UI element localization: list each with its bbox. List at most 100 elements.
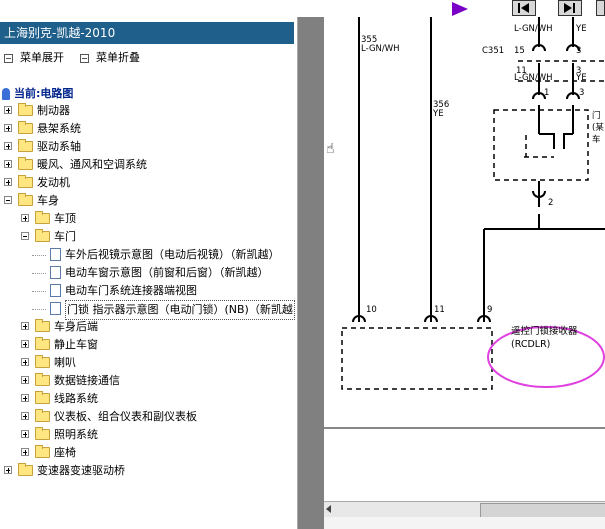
folder-icon [35,427,50,440]
receiver-code: (RCDLR) [511,339,550,350]
tree-item-label[interactable]: 电动车窗示意图（前窗和后窗）（新凯越） [65,264,269,282]
folder-icon [35,337,50,350]
horizontal-scrollbar[interactable] [324,501,605,518]
tree-item-label[interactable]: 静止车窗 [54,336,98,354]
menu-expand-label: 菜单展开 [20,51,64,64]
tree-item[interactable]: 制动器 [0,102,294,120]
play-icon[interactable] [452,2,468,16]
folder-icon [18,193,33,206]
tree-connector [32,255,46,256]
connector-pin-3c: 3 [579,88,584,98]
menu-expand-link[interactable]: 菜单展开 [4,49,64,65]
tree-item-label[interactable]: 车门 [54,228,76,246]
expand-plus-icon[interactable] [4,106,12,114]
connector-pin-15: 15 [514,46,525,56]
wire-355-color: L-GN/WH [361,44,400,54]
first-page-icon [518,3,529,13]
expand-plus-icon[interactable] [4,178,12,186]
expand-plus-icon[interactable] [21,430,29,438]
top-toolbar [0,0,605,17]
collapse-minus-icon[interactable] [4,196,12,204]
tree-item-label[interactable]: 车外后视镜示意图（电动后视镜）（新凯越） [65,246,280,264]
tree-item-label[interactable]: 电动车门系统连接器端视图 [65,282,197,300]
top-right-yel: YE [575,24,587,34]
folder-icon [35,445,50,458]
tree-connector [32,291,46,292]
folder-icon [35,211,50,224]
tree-item-label[interactable]: 车身 [37,192,59,210]
tree-item[interactable]: 悬架系统 [0,120,294,138]
tree-item[interactable]: 座椅 [0,444,294,462]
tree-item[interactable]: 喇叭 [0,354,294,372]
wiring-diagram-canvas[interactable]: 355 L-GN/WH 356 YE L-GN/WH YE 15 3 C351 … [324,17,605,427]
tree-item[interactable]: 车顶 [0,210,294,228]
document-icon [50,248,61,261]
wiring-diagram: 355 L-GN/WH 356 YE L-GN/WH YE 15 3 C351 … [341,17,605,390]
tree-item[interactable]: 仪表板、组合仪表和副仪表板 [0,408,294,426]
expand-plus-icon[interactable] [4,160,12,168]
tree-item[interactable]: 车外后视镜示意图（电动后视镜）（新凯越） [0,246,294,264]
tree-item[interactable]: 发动机 [0,174,294,192]
tree-item[interactable]: 驱动系轴 [0,138,294,156]
tree-item[interactable]: 车身 [0,192,294,210]
tree-item[interactable]: 线路系统 [0,390,294,408]
first-page-button[interactable] [512,0,536,16]
tree-item-label[interactable]: 车身后端 [54,318,98,336]
hand-cursor-icon: ☝ [326,141,335,157]
tree-item-label[interactable]: 仪表板、组合仪表和副仪表板 [54,408,197,426]
tree-item[interactable]: 电动车窗示意图（前窗和后窗）（新凯越） [0,264,294,282]
next-button[interactable] [596,0,605,16]
connector-pin-11b: 11 [434,305,445,315]
expand-plus-icon[interactable] [21,376,29,384]
folder-icon [18,175,33,188]
expand-plus-icon[interactable] [21,322,29,330]
tree-item[interactable]: 车门 [0,228,294,246]
tree-item-label[interactable]: 喇叭 [54,354,76,372]
scroll-left-arrow-icon[interactable] [326,505,331,513]
expand-plus-icon[interactable] [4,124,12,132]
scrollbar-thumb[interactable] [480,503,605,518]
tree-item-label[interactable]: 数据链接通信 [54,372,120,390]
tree-item[interactable]: 门锁 指示器示意图（电动门锁）(NB)（新凯越 [0,300,295,320]
tree-item-label[interactable]: 座椅 [54,444,76,462]
expand-plus-icon[interactable] [21,448,29,456]
menu-collapse-link[interactable]: 菜单折叠 [80,49,140,65]
tree-item-label[interactable]: 驱动系轴 [37,138,81,156]
tree-item[interactable]: 电动车门系统连接器端视图 [0,282,294,300]
door-label-3: 车 [592,134,601,145]
expand-plus-icon[interactable] [4,466,12,474]
app-title: 上海别克-凯越-2010 [0,22,294,44]
expand-plus-icon[interactable] [21,394,29,402]
folder-icon [18,157,33,170]
folder-icon [35,373,50,386]
expand-plus-icon[interactable] [21,214,29,222]
expand-plus-icon[interactable] [21,412,29,420]
tree-item[interactable]: 车身后端 [0,318,294,336]
expand-plus-icon[interactable] [21,340,29,348]
location-pin-icon [2,88,10,100]
door-label-2: (某 [592,123,604,133]
connector-pin-1: 1 [544,88,549,98]
tree-item[interactable]: 照明系统 [0,426,294,444]
door-label-1: 门 [592,110,601,121]
receiver-label: 遥控门锁接收器 [511,325,578,337]
expand-plus-icon[interactable] [4,142,12,150]
tree-item-label[interactable]: 暖风、通风和空调系统 [37,156,147,174]
tree-item-label[interactable]: 制动器 [37,102,70,120]
tree-item[interactable]: 暖风、通风和空调系统 [0,156,294,174]
tree-item-label[interactable]: 照明系统 [54,426,98,444]
tree-item-label[interactable]: 悬架系统 [37,120,81,138]
tree-item-label[interactable]: 变速器变速驱动桥 [37,462,125,480]
tree-item[interactable]: 静止车窗 [0,336,294,354]
tree-connector [32,309,46,310]
tree-item[interactable]: 变速器变速驱动桥 [0,462,294,480]
tree-item[interactable]: 数据链接通信 [0,372,294,390]
tree-item-label[interactable]: 发动机 [37,174,70,192]
tree-item-label[interactable]: 车顶 [54,210,76,228]
last-page-icon [564,3,575,13]
expand-plus-icon[interactable] [21,358,29,366]
tree-item-label[interactable]: 线路系统 [54,390,98,408]
last-page-button[interactable] [558,0,582,16]
collapse-minus-icon[interactable] [21,232,29,240]
tree-item-label[interactable]: 门锁 指示器示意图（电动门锁）(NB)（新凯越 [65,300,295,320]
